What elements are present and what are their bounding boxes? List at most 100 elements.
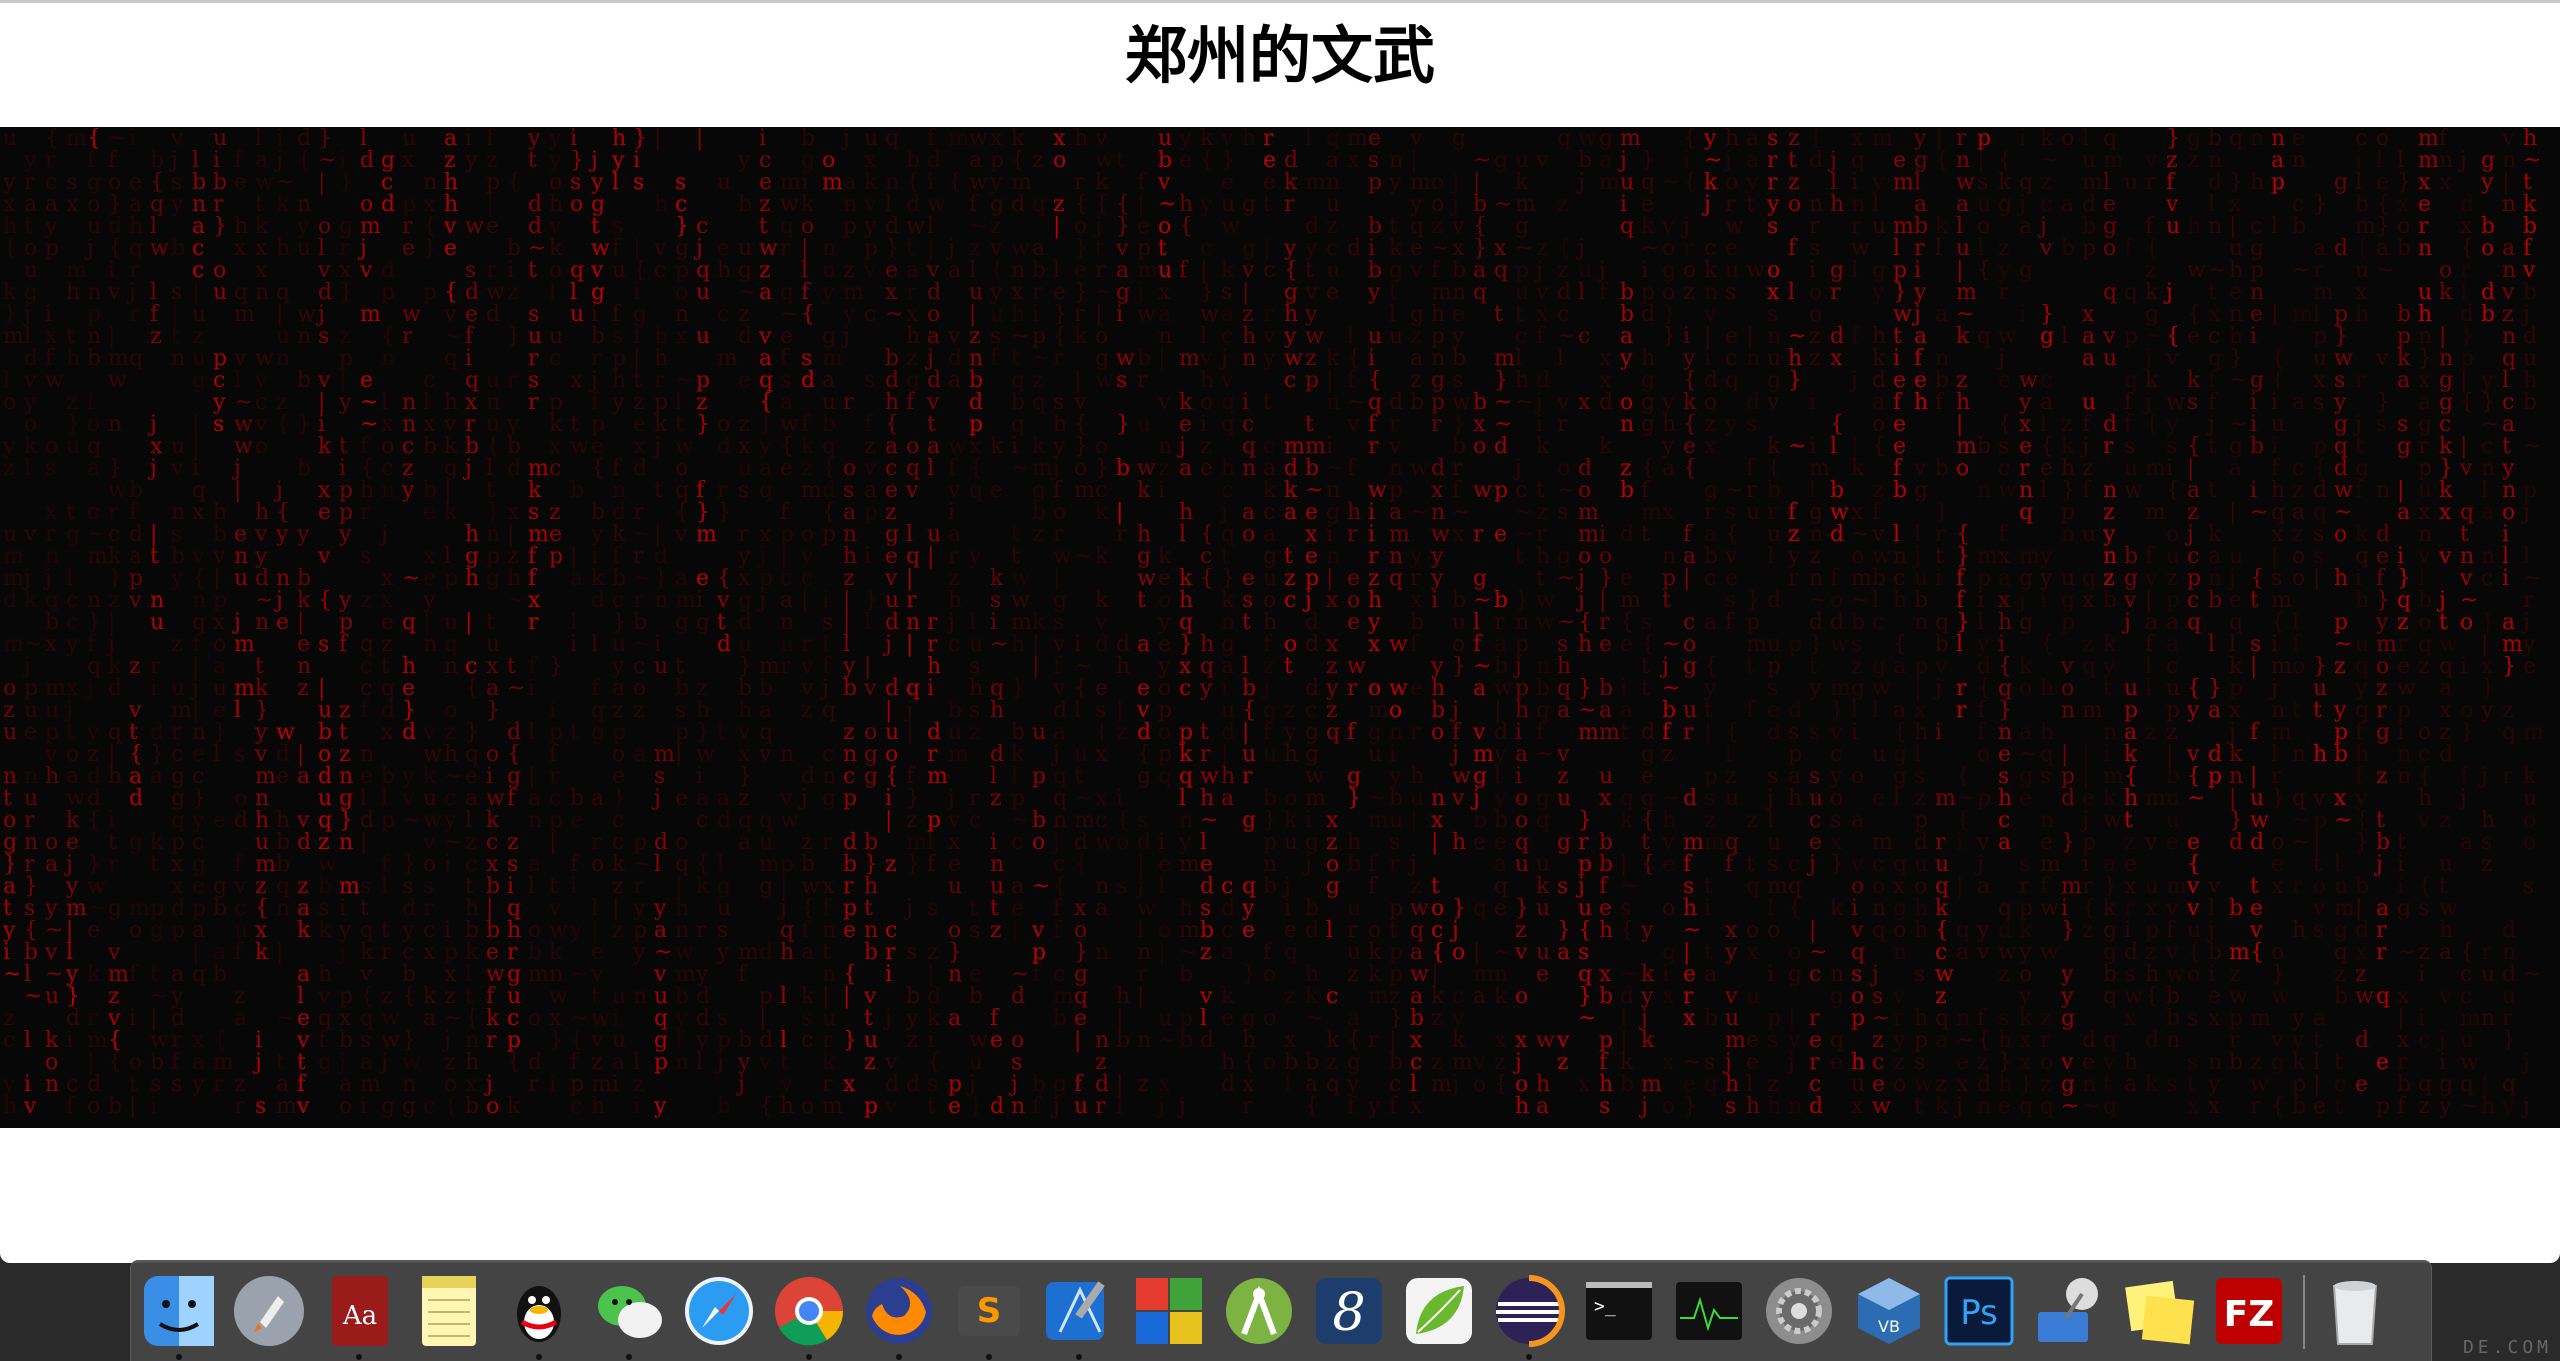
matrix-glyph: t xyxy=(1515,544,1524,569)
matrix-glyph: r xyxy=(1998,280,2009,305)
matrix-glyph: f xyxy=(2250,720,2260,745)
leaf-app-icon[interactable] xyxy=(1399,1271,1479,1351)
matrix-glyph: o xyxy=(2061,127,2074,151)
system-preferences-icon[interactable] xyxy=(1759,1271,1839,1351)
firefox-icon[interactable] xyxy=(859,1271,939,1360)
matrix-glyph: j xyxy=(882,632,892,657)
matrix-glyph: i xyxy=(1935,566,1942,591)
matrix-glyph: c xyxy=(1809,962,1821,987)
matrix-glyph: v xyxy=(1409,258,1423,283)
virtualbox-icon[interactable]: VB xyxy=(1849,1271,1929,1351)
matrix-glyph: g xyxy=(1830,984,1844,1009)
matrix-glyph: u xyxy=(2082,522,2096,547)
matrix-glyph: s xyxy=(171,1072,182,1097)
matrix-glyph: u xyxy=(2481,962,2495,987)
matrix-glyph: i xyxy=(864,544,871,569)
matrix-glyph: z xyxy=(2439,808,2451,833)
matrix-glyph: t xyxy=(1242,610,1251,635)
matrix-glyph: t xyxy=(2208,478,2217,503)
matrix-glyph: z xyxy=(1032,522,1044,547)
matrix-glyph: v xyxy=(863,676,877,701)
matrix-glyph: z xyxy=(801,698,813,723)
xcode-icon[interactable] xyxy=(1039,1271,1119,1360)
notes-icon[interactable] xyxy=(409,1271,489,1351)
matrix-glyph: h xyxy=(1914,918,1928,943)
wechat-icon[interactable] xyxy=(589,1271,669,1360)
matrix-glyph: v xyxy=(296,1094,310,1119)
matrix-glyph: d xyxy=(1011,192,1025,217)
matrix-glyph: n xyxy=(1893,940,1907,965)
eclipse-icon[interactable] xyxy=(1489,1271,1569,1360)
matrix-glyph: t xyxy=(528,258,537,283)
matrix-glyph: { xyxy=(948,170,962,195)
launchpad-icon[interactable] xyxy=(229,1271,309,1351)
matrix-glyph: z xyxy=(1557,1050,1569,1075)
matrix-glyph: c xyxy=(2481,566,2493,591)
safari-icon[interactable] xyxy=(679,1271,759,1351)
matrix-glyph: { xyxy=(1872,434,1886,459)
sublime-text-icon[interactable]: S xyxy=(949,1271,1029,1360)
matrix-glyph: n xyxy=(1914,610,1928,635)
trash-icon[interactable] xyxy=(2315,1271,2395,1351)
matrix-glyph: q xyxy=(2040,1094,2054,1119)
matrix-glyph: h xyxy=(1578,632,1592,657)
matrix-glyph: v xyxy=(2438,984,2452,1009)
matrix-glyph: { xyxy=(1977,258,1991,283)
matrix-glyph: z xyxy=(1284,984,1296,1009)
matrix-glyph: a xyxy=(633,742,646,767)
matrix-glyph: h xyxy=(276,236,290,261)
matrix-glyph: p xyxy=(822,522,836,547)
matrix-glyph: { xyxy=(2271,1094,2285,1119)
chrome-icon[interactable] xyxy=(769,1271,849,1360)
matrix-glyph: n xyxy=(1242,346,1256,371)
matrix-glyph: } xyxy=(843,1028,857,1053)
matrix-glyph: r xyxy=(528,610,539,635)
matrix-glyph: a xyxy=(948,1006,961,1031)
matrix-glyph: { xyxy=(1683,456,1697,481)
matrix-glyph: f xyxy=(1032,1094,1042,1119)
finder-icon[interactable] xyxy=(139,1271,219,1360)
matrix-glyph: v xyxy=(23,1094,37,1119)
matrix-glyph: z xyxy=(612,918,624,943)
matrix-glyph: d xyxy=(1809,1094,1823,1119)
stickies-icon[interactable] xyxy=(2119,1271,2199,1351)
activity-monitor-icon[interactable] xyxy=(1669,1271,1749,1351)
matrix-glyph: r xyxy=(1830,280,1841,305)
qq-icon[interactable] xyxy=(499,1271,579,1360)
matrix-glyph: y xyxy=(821,280,835,305)
matrix-glyph: i xyxy=(1956,830,1963,855)
matrix-glyph: e xyxy=(948,1094,961,1119)
matrix-glyph: m xyxy=(2145,500,2166,525)
matrix-glyph: ~ xyxy=(24,984,42,1009)
terminal-icon[interactable]: >_ xyxy=(1579,1271,1659,1351)
matrix-glyph: a xyxy=(2481,500,2494,525)
matrix-glyph: f xyxy=(1935,390,1945,415)
matrix-glyph: f xyxy=(2397,1094,2407,1119)
matrix-glyph: b xyxy=(2334,984,2348,1009)
photoshop-icon[interactable]: Ps xyxy=(1939,1271,2019,1351)
matrix-glyph: { xyxy=(1683,170,1697,195)
matrix-glyph: c xyxy=(2418,1028,2430,1053)
matrix-glyph: n xyxy=(780,742,794,767)
matrix-glyph: i xyxy=(150,1094,157,1119)
app-8-icon[interactable]: 8 xyxy=(1309,1271,1389,1351)
matrix-glyph: } xyxy=(717,500,731,525)
matrix-glyph: h xyxy=(2355,302,2369,327)
filezilla-icon[interactable]: FZ xyxy=(2209,1271,2289,1351)
matrix-glyph: ~ xyxy=(1494,192,1512,217)
dictionary-icon[interactable]: Aa xyxy=(319,1271,399,1360)
matrix-glyph: s xyxy=(906,940,917,965)
matrix-glyph: v xyxy=(128,588,142,613)
matrix-glyph: s xyxy=(1767,1028,1778,1053)
matrix-glyph: i xyxy=(2502,566,2509,591)
windows-icon[interactable] xyxy=(1129,1271,1209,1351)
matrix-glyph: k xyxy=(297,918,311,943)
matrix-glyph: p xyxy=(864,500,878,525)
matrix-glyph: m xyxy=(1074,478,1095,503)
android-studio-icon[interactable] xyxy=(1219,1271,1299,1351)
matrix-glyph: } xyxy=(906,852,920,877)
matrix-glyph: y xyxy=(1808,676,1822,701)
matrix-glyph: a xyxy=(1557,698,1570,723)
network-utility-icon[interactable] xyxy=(2029,1271,2109,1351)
matrix-glyph: f xyxy=(1347,456,1357,481)
